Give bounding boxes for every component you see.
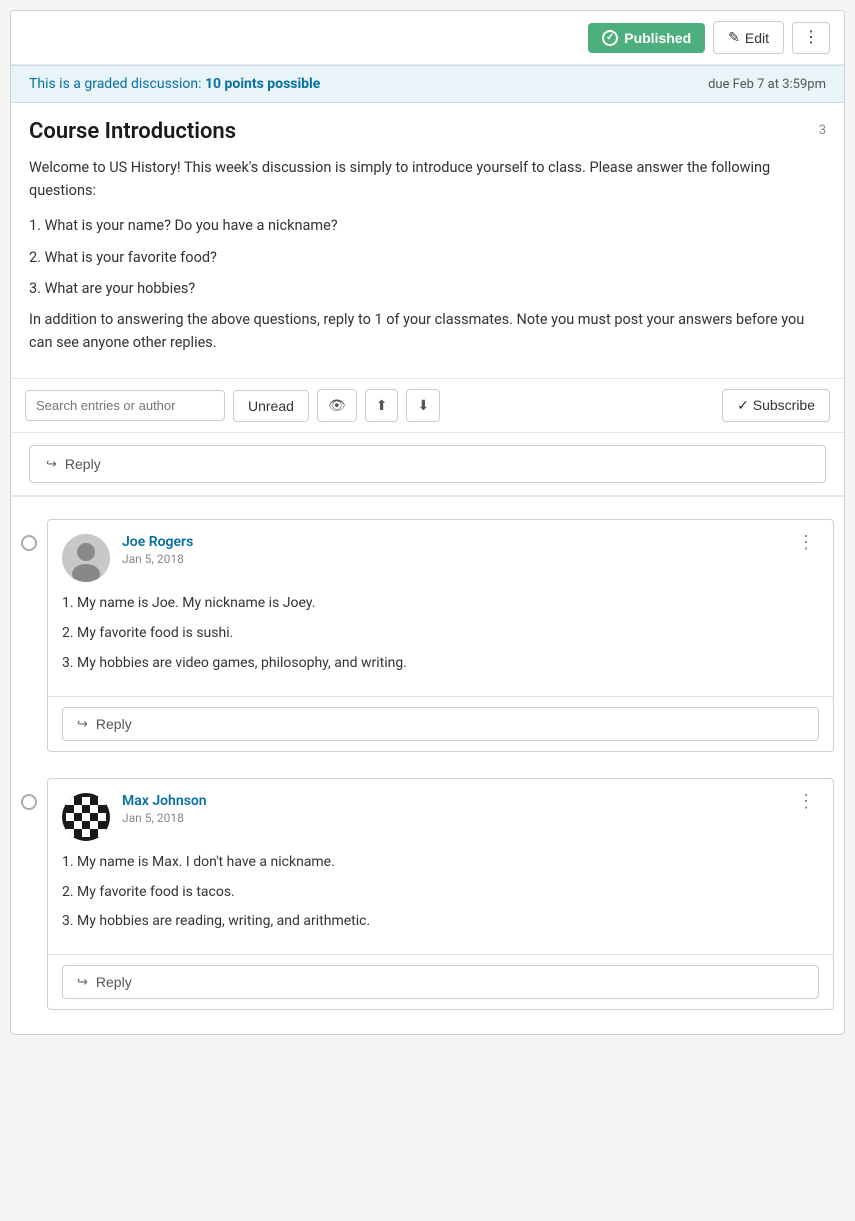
entry-header: Max Johnson Jan 5, 2018 ⋮: [48, 779, 833, 851]
graded-notice-due: due Feb 7 at 3:59pm: [708, 77, 826, 92]
avatar: [62, 793, 110, 841]
author-info: Max Johnson Jan 5, 2018: [122, 793, 781, 825]
avatar: [62, 534, 110, 582]
entry-reply-area: ↩ Reply: [48, 696, 833, 751]
graded-notice-left: This is a graded discussion: 10 points p…: [29, 76, 320, 92]
view-toggle-button[interactable]: 👁: [317, 389, 357, 422]
entries-area: Joe Rogers Jan 5, 2018 ⋮ 1. My name is J…: [11, 497, 844, 1034]
edit-label: Edit: [745, 30, 769, 46]
entry-line-2: 2. My favorite food is tacos.: [62, 881, 819, 905]
subscribe-button[interactable]: ✓ Subscribe: [722, 389, 830, 422]
entry-row: Joe Rogers Jan 5, 2018 ⋮ 1. My name is J…: [11, 507, 844, 765]
entry-menu-button[interactable]: ⋮: [793, 534, 819, 552]
entry-card: Max Johnson Jan 5, 2018 ⋮ 1. My name is …: [47, 778, 834, 1010]
published-button[interactable]: ✓ Published: [588, 23, 705, 53]
entry-reply-arrow-icon: ↩: [77, 974, 88, 990]
graded-prefix: This is a graded discussion:: [29, 76, 202, 92]
unread-button[interactable]: Unread: [233, 390, 309, 422]
entry-reply-arrow-icon: ↩: [77, 716, 88, 732]
author-name[interactable]: Max Johnson: [122, 793, 781, 809]
entry-indicator: [21, 794, 37, 810]
entry-line-1: 1. My name is Max. I don't have a nickna…: [62, 851, 819, 875]
reply-label: Reply: [65, 456, 101, 472]
entry-date: Jan 5, 2018: [122, 552, 781, 566]
sort-asc-button[interactable]: ⬆: [365, 389, 399, 422]
check-icon: ✓: [602, 30, 618, 46]
entry-line-1: 1. My name is Joe. My nickname is Joey.: [62, 592, 819, 616]
published-label: Published: [624, 30, 691, 46]
entry-body: 1. My name is Max. I don't have a nickna…: [48, 851, 833, 954]
more-options-button[interactable]: ⋮: [792, 22, 830, 54]
avatar-silhouette-svg: [62, 534, 110, 582]
sort-desc-button[interactable]: ⬇: [406, 389, 440, 422]
entry-reply-button[interactable]: ↩ Reply: [62, 965, 819, 999]
more-icon: ⋮: [803, 29, 819, 46]
search-input[interactable]: [25, 390, 225, 421]
entry-header: Joe Rogers Jan 5, 2018 ⋮: [48, 520, 833, 592]
reply-arrow-icon: ↩: [46, 456, 57, 472]
discussion-note: In addition to answering the above quest…: [29, 308, 826, 354]
edit-button[interactable]: ✎ Edit: [713, 21, 784, 54]
eye-icon: 👁: [328, 397, 346, 414]
filter-toolbar: Unread 👁 ⬆ ⬇ ✓ Subscribe: [11, 379, 844, 433]
entry-indicator: [21, 535, 37, 551]
discussion-intro: Welcome to US History! This week's discu…: [29, 156, 826, 202]
entry-row: Max Johnson Jan 5, 2018 ⋮ 1. My name is …: [11, 766, 844, 1024]
discussion-title-row: Course Introductions 3: [29, 119, 826, 144]
entry-menu-button[interactable]: ⋮: [793, 793, 819, 811]
avatar-pattern-svg: [62, 793, 110, 841]
author-name[interactable]: Joe Rogers: [122, 534, 781, 550]
graded-notice: This is a graded discussion: 10 points p…: [11, 65, 844, 103]
unread-label: Unread: [248, 398, 294, 414]
entry-line-3: 3. My hobbies are reading, writing, and …: [62, 910, 819, 934]
main-reply-button[interactable]: ↩ Reply: [29, 445, 826, 483]
pencil-icon: ✎: [728, 29, 740, 46]
entry-line-3: 3. My hobbies are video games, philosoph…: [62, 652, 819, 676]
graded-points: 10 points possible: [205, 76, 320, 92]
discussion-content: Course Introductions 3 Welcome to US His…: [11, 103, 844, 379]
discussion-q1: 1. What is your name? Do you have a nick…: [29, 214, 826, 237]
entry-line-2: 2. My favorite food is sushi.: [62, 622, 819, 646]
entry-reply-label: Reply: [96, 974, 132, 990]
discussion-title: Course Introductions: [29, 119, 236, 144]
discussion-q2: 2. What is your favorite food?: [29, 246, 826, 269]
entry-body: 1. My name is Joe. My nickname is Joey. …: [48, 592, 833, 695]
entry-date: Jan 5, 2018: [122, 811, 781, 825]
main-reply-bar: ↩ Reply: [11, 433, 844, 497]
entry-reply-area: ↩ Reply: [48, 954, 833, 1009]
sort-desc-icon: ⬇: [417, 397, 429, 414]
entry-card: Joe Rogers Jan 5, 2018 ⋮ 1. My name is J…: [47, 519, 834, 751]
subscribe-label: ✓ Subscribe: [737, 397, 815, 414]
author-info: Joe Rogers Jan 5, 2018: [122, 534, 781, 566]
entry-reply-label: Reply: [96, 716, 132, 732]
discussion-count: 3: [819, 123, 826, 138]
entry-reply-button[interactable]: ↩ Reply: [62, 707, 819, 741]
discussion-q3: 3. What are your hobbies?: [29, 277, 826, 300]
top-toolbar: ✓ Published ✎ Edit ⋮: [11, 11, 844, 65]
sort-asc-icon: ⬆: [376, 397, 388, 414]
discussion-body: Welcome to US History! This week's discu…: [29, 156, 826, 354]
page-wrapper: ✓ Published ✎ Edit ⋮ This is a graded di…: [10, 10, 845, 1035]
